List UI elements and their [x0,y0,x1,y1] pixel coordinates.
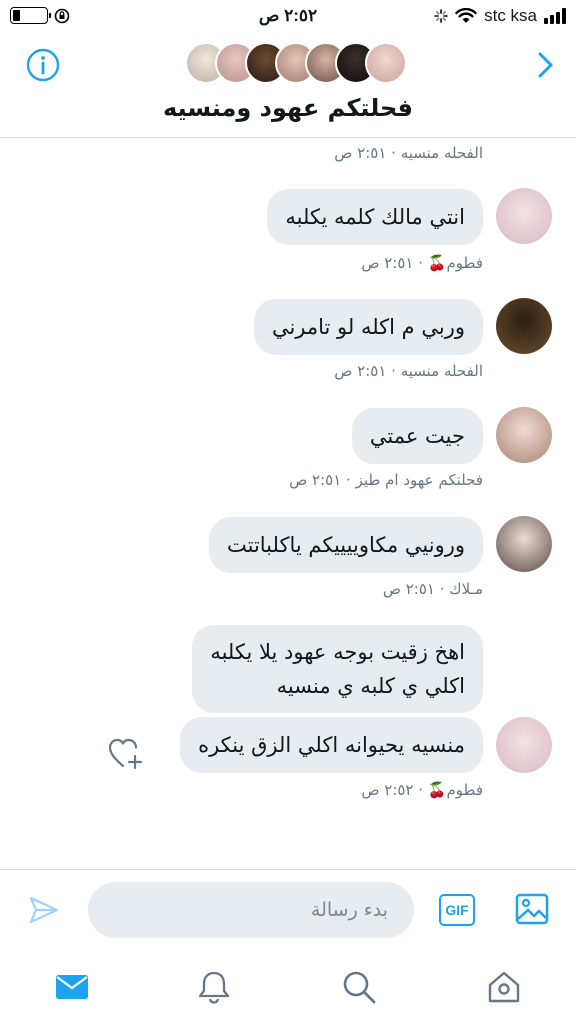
conversation-header: فحلتكم عهود ومنسيه [0,34,576,138]
loading-spinner-icon [434,9,448,23]
message-bubble[interactable]: انتي مالك كلمه يكلبه [267,189,483,245]
status-bar: ٢:٥٢ ص stc ksa [0,0,576,34]
message-bubble[interactable]: وربي م اكله لو تامرني [253,299,483,355]
message-meta: فطوم🍒 · ٢:٥١ ص [361,254,483,272]
sender-avatar[interactable] [496,188,552,244]
image-icon[interactable] [515,892,549,926]
message-text: انتي مالك كلمه يكلبه [285,205,465,229]
gif-button[interactable]: GIF [439,894,475,926]
message-meta: الفحله منسيه · ٢:٥١ ص [334,362,483,380]
signal-icon [544,8,566,24]
conversation-title: فحلتكم عهود ومنسيه [162,94,414,122]
message-meta: الفحله منسيه · ٢:٥١ ص [334,144,483,162]
sender-avatar[interactable] [496,717,552,773]
info-icon[interactable] [26,48,60,82]
heart-plus-icon[interactable] [108,737,144,771]
message-text: منسيه يحيوانه اكلي الزق ينكره [198,733,465,757]
status-right: stc ksa [434,6,566,26]
mail-icon[interactable] [54,969,90,1005]
message-text-line: اكلي ي كلبه ي منسيه [276,674,465,698]
group-avatars[interactable] [185,42,407,84]
message-meta: مـلاك · ٢:٥١ ص [382,580,483,598]
wifi-icon [455,8,477,23]
message-text: وربي م اكله لو تامرني [271,315,465,339]
message-text: جيت عمتي [369,424,465,448]
message-bubble[interactable]: جيت عمتي [351,408,483,464]
message-text-line: اهخ زقيت بوجه عهود يلا يكلبه [210,640,465,664]
tab-bar [0,949,576,1024]
carrier-name: stc ksa [484,6,537,25]
message-bubble[interactable]: منسيه يحيوانه اكلي الزق ينكره [180,717,483,773]
bell-icon[interactable] [196,969,232,1005]
message-bubble[interactable]: اهخ زقيت بوجه عهود يلا يكلبه اكلي ي كلبه… [192,625,483,713]
message-meta: فطوم🍒 · ٢:٥٢ ص [361,781,483,799]
message-meta: فحلتكم عهود ام طيز · ٢:٥١ ص [289,471,483,489]
send-icon[interactable] [28,894,60,926]
sender-avatar[interactable] [496,298,552,354]
search-icon[interactable] [341,969,377,1005]
chevron-right-icon[interactable] [536,50,556,80]
avatar [365,42,407,84]
sender-avatar[interactable] [496,407,552,463]
message-text: ورونيي مكاوييييكم ياكلباتتت [226,533,465,557]
message-bubble[interactable]: ورونيي مكاوييييكم ياكلباتتت [208,517,483,573]
message-list[interactable]: الفحله منسيه · ٢:٥١ ص انتي مالك كلمه يكل… [0,139,576,869]
message-input[interactable] [88,882,414,938]
home-icon[interactable] [486,969,522,1005]
sender-avatar[interactable] [496,516,552,572]
message-composer: GIF [0,869,576,949]
